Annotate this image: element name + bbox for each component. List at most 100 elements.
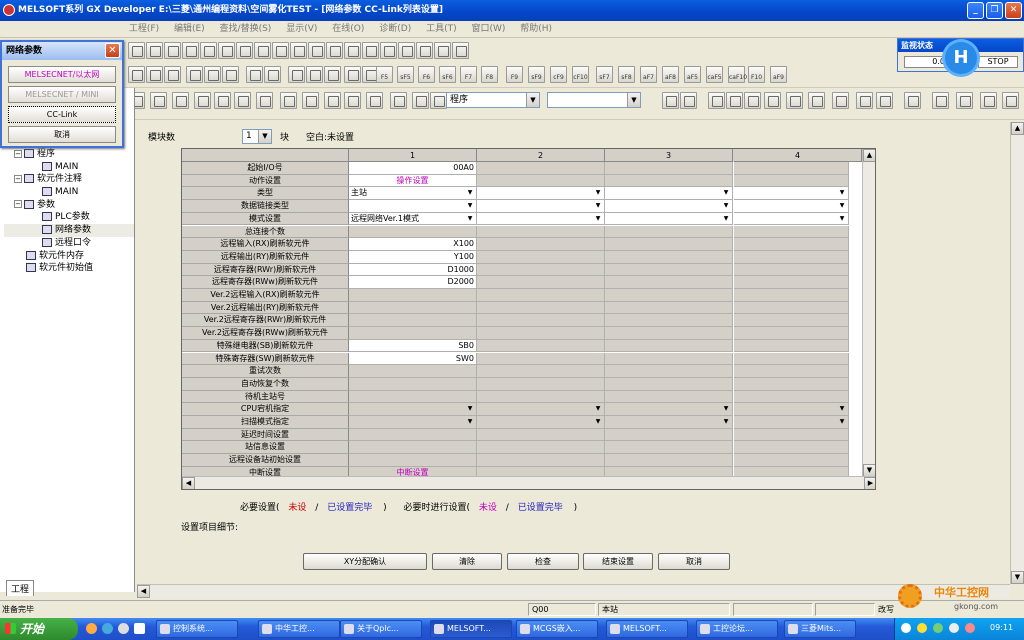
function-key-button[interactable]: F8 <box>481 66 498 83</box>
quicklaunch-icon[interactable] <box>102 623 113 634</box>
panel-cancel-button[interactable]: 取消 <box>8 126 116 143</box>
tree-item[interactable]: − 程序 <box>4 148 134 161</box>
toolbar-button[interactable] <box>234 92 251 109</box>
function-key-button[interactable]: aF8 <box>662 66 679 83</box>
toolbar-button[interactable] <box>218 42 235 59</box>
window-title-bar[interactable]: MELSOFT系列 GX Developer E:\三菱\通州编程资料\空间雾化… <box>0 0 1024 21</box>
menu-item[interactable]: 帮助(H) <box>514 21 558 38</box>
function-key-button[interactable]: aF9 <box>770 66 787 83</box>
chevron-down-icon[interactable]: ▼ <box>721 214 731 224</box>
tray-icon[interactable] <box>949 623 959 633</box>
chevron-down-icon[interactable]: ▼ <box>837 201 847 211</box>
toolbar-button[interactable] <box>956 92 973 109</box>
quicklaunch-icon[interactable] <box>134 623 145 634</box>
toolbar-button[interactable] <box>290 42 307 59</box>
tree-item[interactable]: 远程口令 <box>4 237 134 250</box>
function-key-button[interactable]: cF10 <box>572 66 589 83</box>
chevron-down-icon[interactable]: ▼ <box>837 188 847 198</box>
function-key-button[interactable]: caF5 <box>706 66 723 83</box>
toolbar-button[interactable] <box>344 42 361 59</box>
grid-cell[interactable]: 主站 ▼ <box>349 187 477 201</box>
function-key-button[interactable]: sF7 <box>596 66 613 83</box>
function-key-button[interactable]: sF6 <box>439 66 456 83</box>
project-tab[interactable]: 工程 <box>6 580 35 596</box>
taskbar-task[interactable]: MELSOFT... <box>606 620 688 638</box>
grid-cell[interactable]: SW0 <box>349 352 477 366</box>
secondary-select[interactable]: ▼ <box>547 92 641 108</box>
toolbar-button[interactable] <box>434 42 451 59</box>
expand-toggle-icon[interactable]: − <box>14 149 22 158</box>
quicklaunch-icon[interactable] <box>118 623 129 634</box>
toolbar-button[interactable] <box>256 92 273 109</box>
scroll-up-arrow[interactable]: ▲ <box>863 149 875 162</box>
menu-item[interactable]: 显示(V) <box>280 21 323 38</box>
main-horizontal-scrollbar[interactable]: ◀ <box>137 584 1010 598</box>
toolbar-button[interactable] <box>416 42 433 59</box>
toolbar-button[interactable] <box>308 42 325 59</box>
expand-toggle-icon[interactable]: − <box>14 200 22 209</box>
function-key-button[interactable]: sF8 <box>618 66 635 83</box>
chevron-down-icon[interactable]: ▼ <box>465 188 475 198</box>
chevron-down-icon[interactable]: ▼ <box>465 201 475 211</box>
tray-icon[interactable] <box>965 623 975 633</box>
grid-cell[interactable]: ▼ <box>734 212 849 226</box>
chevron-down-icon[interactable]: ▼ <box>721 404 731 414</box>
scroll-left-arrow[interactable]: ◀ <box>182 477 195 489</box>
finish-settings-button[interactable]: 结束设置 <box>583 553 653 570</box>
function-key-button[interactable]: aF7 <box>640 66 657 83</box>
grid-cell[interactable]: D1000 <box>349 263 477 277</box>
toolbar-button[interactable] <box>764 92 781 109</box>
grid-cell[interactable]: ▼ <box>605 403 733 416</box>
scroll-right-arrow[interactable]: ▶ <box>864 477 875 489</box>
toolbar-button[interactable] <box>246 66 263 83</box>
function-key-button[interactable]: F10 <box>748 66 765 83</box>
grid-cell[interactable]: ▼ <box>605 200 733 213</box>
tree-item[interactable]: 网络参数 <box>4 224 134 237</box>
tree-item[interactable]: − 软元件注释 <box>4 173 134 186</box>
grid-cell[interactable]: SB0 <box>349 339 477 353</box>
grid-cell[interactable]: 00A0 <box>349 162 477 175</box>
toolbar-button[interactable] <box>324 66 341 83</box>
taskbar-task[interactable]: 三菱Mits... <box>784 620 856 638</box>
chevron-down-icon[interactable]: ▼ <box>593 404 603 414</box>
chevron-down-icon[interactable]: ▼ <box>837 404 847 414</box>
toolbar-button[interactable] <box>264 66 281 83</box>
main-vertical-scrollbar[interactable]: ▲ ▼ <box>1010 122 1024 584</box>
toolbar-button[interactable] <box>182 42 199 59</box>
toolbar-button[interactable] <box>222 66 239 83</box>
toolbar-button[interactable] <box>390 92 407 109</box>
toolbar-button[interactable] <box>904 92 921 109</box>
menu-item[interactable]: 诊断(D) <box>373 21 417 38</box>
function-key-button[interactable]: aF5 <box>684 66 701 83</box>
function-key-button[interactable]: cF9 <box>550 66 567 83</box>
function-key-button[interactable]: sF9 <box>528 66 545 83</box>
grid-cell[interactable]: D2000 <box>349 276 477 289</box>
function-key-button[interactable]: F6 <box>418 66 435 83</box>
toolbar-button[interactable] <box>980 92 997 109</box>
grid-cell[interactable]: ▼ <box>734 187 849 201</box>
toolbar-button[interactable] <box>236 42 253 59</box>
xy-assign-confirm-button[interactable]: XY分配确认 <box>303 553 427 570</box>
toolbar-button[interactable] <box>194 92 211 109</box>
chevron-down-icon[interactable]: ▼ <box>721 188 731 198</box>
function-key-button[interactable]: F5 <box>376 66 393 83</box>
toolbar-button[interactable] <box>164 66 181 83</box>
toolbar-button[interactable] <box>326 42 343 59</box>
toolbar-button[interactable] <box>744 92 761 109</box>
toolbar-button[interactable] <box>146 42 163 59</box>
toolbar-button[interactable] <box>280 92 297 109</box>
toolbar-button[interactable] <box>680 92 697 109</box>
menu-item[interactable]: 工具(T) <box>420 21 463 38</box>
function-key-button[interactable]: sF5 <box>397 66 414 83</box>
scroll-left-arrow[interactable]: ◀ <box>137 585 150 598</box>
function-key-button[interactable]: F7 <box>460 66 477 83</box>
toolbar-button[interactable] <box>366 92 383 109</box>
chevron-down-icon[interactable]: ▼ <box>721 417 731 427</box>
toolbar-button[interactable] <box>254 42 271 59</box>
melsecnet-mini-button[interactable]: MELSECNET / MINI <box>8 86 116 103</box>
tray-icon[interactable] <box>917 623 927 633</box>
toolbar-button[interactable] <box>808 92 825 109</box>
toolbar-button[interactable] <box>128 66 145 83</box>
h-badge-icon[interactable]: H <box>945 42 977 74</box>
chevron-down-icon[interactable]: ▼ <box>465 214 475 224</box>
